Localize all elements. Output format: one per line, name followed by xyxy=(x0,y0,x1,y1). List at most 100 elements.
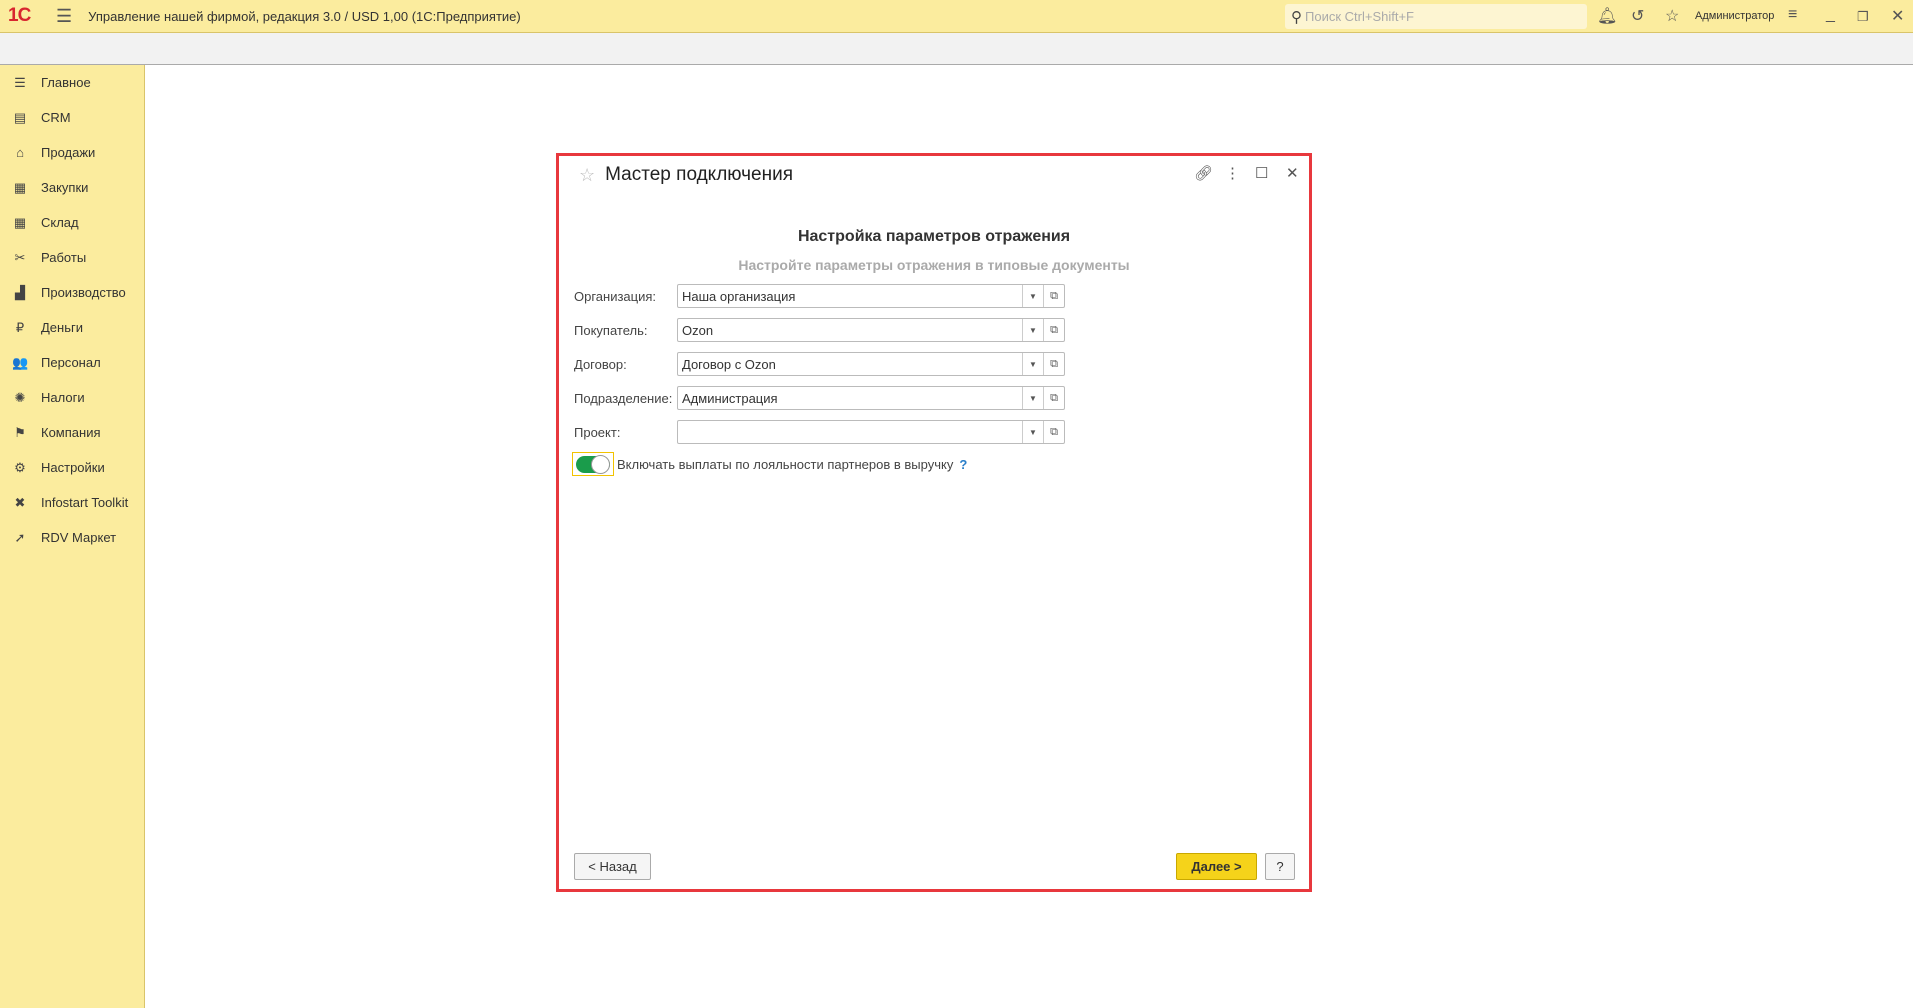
section-icon: ⚙ xyxy=(14,459,26,475)
section-heading: Настройка параметров отражения xyxy=(797,228,1071,245)
sidebar-item[interactable]: 👥 Персонал xyxy=(0,345,144,380)
section-icon: ▦ xyxy=(13,214,27,230)
dropdown-icon[interactable]: ▼ xyxy=(1022,285,1043,307)
field-label: Подразделение: xyxy=(574,390,673,406)
sidebar-item[interactable]: ✺ Налоги xyxy=(0,380,144,415)
sidebar-item-label: Настройки xyxy=(41,460,105,475)
field-value[interactable]: Наша организация xyxy=(678,285,1022,307)
maximize-icon[interactable]: ☐ xyxy=(1255,164,1268,182)
back-button[interactable]: < Назад xyxy=(574,853,651,880)
section-icon: ✖ xyxy=(14,494,26,510)
sidebar-item-label: Работы xyxy=(41,250,87,265)
toggle-label: Включать выплаты по лояльности партнеров… xyxy=(617,456,954,472)
dropdown-icon[interactable]: ▼ xyxy=(1022,353,1043,375)
close-dialog-icon[interactable]: ✕ xyxy=(1286,164,1299,182)
more-icon[interactable]: ⋮ xyxy=(1225,164,1240,182)
section-icon: 👥 xyxy=(12,354,29,370)
help-button[interactable]: ? xyxy=(1265,853,1295,880)
sidebar-item[interactable]: ⚙ Настройки xyxy=(0,450,144,485)
section-icon: ⌂ xyxy=(16,145,24,160)
minimize-icon[interactable]: _ xyxy=(1826,6,1835,24)
field-input[interactable]: Наша организация ▼ ⧉ xyxy=(677,284,1065,308)
section-icon: ⚑ xyxy=(14,424,26,440)
sidebar-item[interactable]: ☰ Главное xyxy=(0,65,144,100)
section-subheading: Настройте параметры отражения в типовые … xyxy=(738,257,1130,273)
form-row: Подразделение: Администрация ▼ ⧉ xyxy=(574,386,1065,410)
sidebar-item-label: Налоги xyxy=(41,390,85,405)
sidebar-item-label: Главное xyxy=(41,75,91,90)
section-icon: ➚ xyxy=(14,529,26,545)
open-icon[interactable]: ⧉ xyxy=(1043,319,1064,341)
close-icon[interactable]: ✕ xyxy=(1891,6,1904,26)
field-value[interactable]: Договор с Ozon xyxy=(678,353,1022,375)
sidebar-item[interactable]: ⌂ Продажи xyxy=(0,135,144,170)
help-link[interactable]: ? xyxy=(959,457,967,472)
field-value[interactable]: Ozon xyxy=(678,319,1022,341)
1c-logo: 1С xyxy=(8,5,31,26)
section-icon: ▤ xyxy=(13,109,27,125)
sidebar-item-label: Компания xyxy=(41,425,101,440)
restore-icon[interactable]: ❐ xyxy=(1857,9,1869,25)
settings-menu-icon[interactable]: ≡ xyxy=(1788,6,1797,24)
field-value[interactable] xyxy=(678,421,1022,443)
field-label: Покупатель: xyxy=(574,322,648,338)
toolbar-strip xyxy=(0,33,1913,65)
sidebar-item[interactable]: ➚ RDV Маркет xyxy=(0,520,144,555)
form-row: Организация: Наша организация ▼ ⧉ xyxy=(574,284,1065,308)
bell-icon[interactable]: 🔔︎ xyxy=(1597,6,1617,26)
next-button[interactable]: Далее > xyxy=(1176,853,1257,880)
search-placeholder: Поиск Ctrl+Shift+F xyxy=(1305,9,1414,24)
open-icon[interactable]: ⧉ xyxy=(1043,353,1064,375)
star-icon[interactable]: ☆ xyxy=(1665,6,1679,26)
field-value[interactable]: Администрация xyxy=(678,387,1022,409)
sidebar-item[interactable]: ⚑ Компания xyxy=(0,415,144,450)
section-icon: ▦ xyxy=(13,179,27,195)
form-row: Покупатель: Ozon ▼ ⧉ xyxy=(574,318,1065,342)
section-icon: ☰ xyxy=(14,74,26,90)
section-icon: ✂ xyxy=(14,249,26,265)
search-input[interactable]: ⚲ Поиск Ctrl+Shift+F xyxy=(1285,4,1587,29)
sidebar-item-label: Производство xyxy=(41,285,126,300)
loyalty-toggle[interactable] xyxy=(572,452,614,476)
field-label: Договор: xyxy=(574,356,627,372)
link-icon[interactable]: 🔗︎ xyxy=(1194,164,1213,182)
form-row: Проект: ▼ ⧉ xyxy=(574,420,1065,444)
dialog-title: Мастер подключения xyxy=(605,164,793,185)
menu-icon[interactable]: ☰ xyxy=(56,6,72,27)
field-input[interactable]: Ozon ▼ ⧉ xyxy=(677,318,1065,342)
dropdown-icon[interactable]: ▼ xyxy=(1022,387,1043,409)
app-header: 1С ☰ Управление нашей фирмой, редакция 3… xyxy=(0,0,1913,33)
dropdown-icon[interactable]: ▼ xyxy=(1022,421,1043,443)
open-icon[interactable]: ⧉ xyxy=(1043,285,1064,307)
sidebar-item-label: RDV Маркет xyxy=(41,530,117,545)
sidebar-item[interactable]: ▤ CRM xyxy=(0,100,144,135)
section-icon: ✺ xyxy=(14,389,26,405)
field-input[interactable]: Договор с Ozon ▼ ⧉ xyxy=(677,352,1065,376)
sidebar-item-label: Склад xyxy=(41,215,79,230)
dropdown-icon[interactable]: ▼ xyxy=(1022,319,1043,341)
sidebar-item-label: CRM xyxy=(41,110,71,125)
sidebar-item-label: Infostart Toolkit xyxy=(41,495,129,510)
sidebar-item[interactable]: ✖ Infostart Toolkit xyxy=(0,485,144,520)
sidebar-item[interactable]: ✂ Работы xyxy=(0,240,144,275)
app-title: Управление нашей фирмой, редакция 3.0 / … xyxy=(88,8,521,24)
user-name[interactable]: Администратор xyxy=(1695,10,1774,22)
form-row: Договор: Договор с Ozon ▼ ⧉ xyxy=(574,352,1065,376)
open-icon[interactable]: ⧉ xyxy=(1043,421,1064,443)
favorite-star-icon[interactable]: ☆ xyxy=(579,165,595,186)
history-icon[interactable]: ↺ xyxy=(1631,6,1644,26)
sidebar-item[interactable]: ▦ Закупки xyxy=(0,170,144,205)
sidebar-item-label: Персонал xyxy=(41,355,101,370)
open-icon[interactable]: ⧉ xyxy=(1043,387,1064,409)
sidebar-item-label: Деньги xyxy=(41,320,83,335)
field-input[interactable]: ▼ ⧉ xyxy=(677,420,1065,444)
sidebar-item[interactable]: ▟ Производство xyxy=(0,275,144,310)
sidebar-item-label: Продажи xyxy=(41,145,96,160)
field-label: Организация: xyxy=(574,288,657,304)
sidebar-item[interactable]: ₽ Деньги xyxy=(0,310,144,345)
field-label: Проект: xyxy=(574,424,621,440)
field-input[interactable]: Администрация ▼ ⧉ xyxy=(677,386,1065,410)
search-icon: ⚲ xyxy=(1291,8,1302,26)
sidebar-item[interactable]: ▦ Склад xyxy=(0,205,144,240)
section-icon: ▟ xyxy=(15,284,25,300)
